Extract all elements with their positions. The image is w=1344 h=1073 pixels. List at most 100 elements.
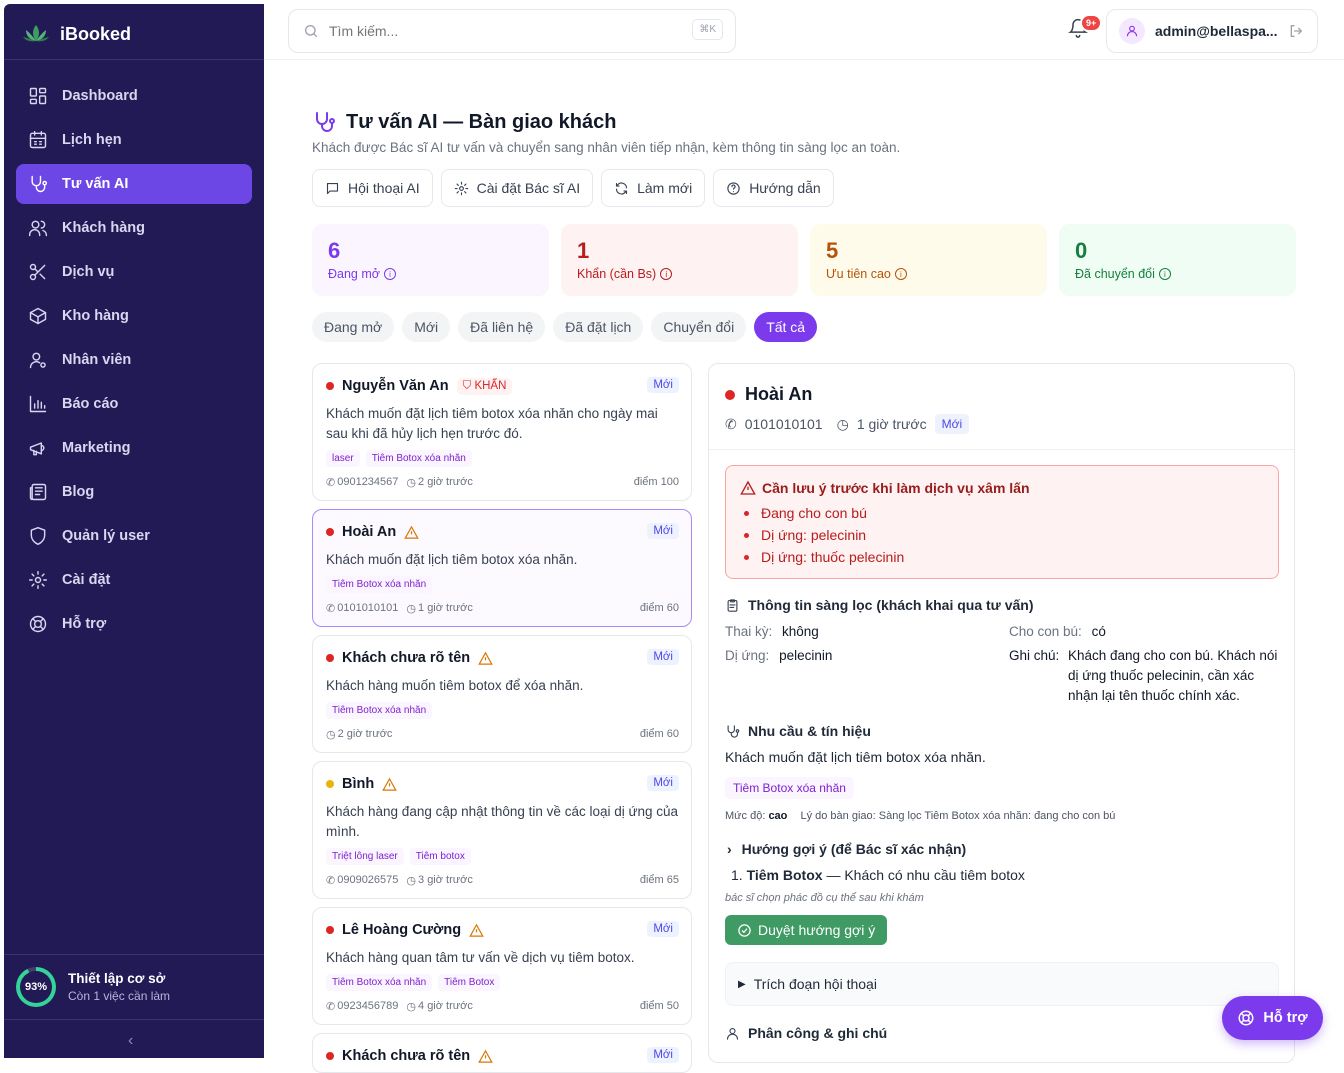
service-tag: Tiêm Botox: [438, 974, 501, 991]
customer-name: Khách chưa rõ tên: [342, 650, 471, 666]
sidebar-item-customers[interactable]: Khách hàng: [16, 208, 252, 248]
ai-conversations-button[interactable]: Hội thoại AI: [312, 169, 433, 207]
list-item[interactable]: Lê Hoàng Cường Mới Khách hàng quan tâm t…: [312, 907, 692, 1025]
search-icon: [305, 25, 317, 37]
sidebar-item-dashboard[interactable]: Dashboard: [16, 76, 252, 116]
guide-button[interactable]: Hướng dẫn: [713, 169, 834, 207]
lead-description: Khách muốn đặt lịch tiêm botox xóa nhăn …: [326, 406, 658, 441]
service-tag: Tiêm Botox xóa nhăn: [365, 450, 472, 467]
filter-all[interactable]: Tất cả: [754, 312, 818, 342]
sidebar: iBooked Dashboard Lịch hẹn Tư vấn AI Khá…: [4, 4, 264, 1058]
setup-percent: 93%: [20, 971, 52, 1003]
list-item-selected[interactable]: Hoài An Mới Khách muốn đặt lịch tiêm bot…: [312, 509, 692, 627]
collapse-sidebar-chevron-icon[interactable]: ‹: [128, 1032, 133, 1050]
clock-icon: ◷: [836, 415, 849, 432]
customer-name: Khách chưa rõ tên: [342, 1048, 471, 1064]
stat-card-high-priority[interactable]: 5 Ưu tiên cao i: [810, 224, 1047, 296]
refresh-icon: [616, 182, 628, 194]
stat-card-converted[interactable]: 0 Đã chuyển đổi i: [1059, 224, 1296, 296]
sidebar-item-services[interactable]: Dịch vụ: [16, 252, 252, 292]
filter-open[interactable]: Đang mở: [312, 312, 395, 342]
logout-icon[interactable]: [1288, 23, 1304, 39]
clock-icon: ◷: [406, 602, 417, 615]
sidebar-item-settings[interactable]: Cài đặt: [16, 560, 252, 600]
suggestion-note: bác sĩ chọn phác đồ cụ thể sau khi khám: [725, 892, 924, 904]
list-item[interactable]: Khách chưa rõ tên Mới Khách hàng muốn ti…: [312, 635, 692, 753]
stat-label: Ưu tiên cao: [826, 267, 891, 281]
sidebar-item-marketing[interactable]: Marketing: [16, 428, 252, 468]
ai-doctor-settings-button[interactable]: Cài đặt Bác sĩ AI: [440, 169, 594, 207]
filter-booked[interactable]: Đã đặt lịch: [553, 312, 644, 342]
sidebar-item-label: Cài đặt: [62, 572, 111, 588]
list-item[interactable]: Khách chưa rõ tên Mới: [312, 1033, 692, 1073]
safety-alert: Cần lưu ý trước khi làm dịch vụ xâm lấn …: [725, 465, 1279, 579]
conversation-excerpt-toggle[interactable]: ▶ Trích đoạn hội thoại: [725, 962, 1279, 1006]
chevron-right-icon: ›: [727, 841, 732, 857]
button-label: Cài đặt Bác sĩ AI: [476, 180, 581, 196]
detail-phone[interactable]: 0101010101: [745, 416, 823, 432]
sidebar-item-label: Tư vấn AI: [62, 176, 129, 192]
priority-level: Mức độ: cao Lý do bàn giao: Sàng lọc Tiê…: [725, 810, 1115, 822]
sidebar-item-staff[interactable]: Nhân viên: [16, 340, 252, 380]
service-tag: Tiêm Botox xóa nhăn: [326, 576, 433, 593]
sidebar-divider: [4, 59, 264, 60]
warning-icon: [469, 923, 484, 937]
check-circle-icon: [738, 923, 751, 937]
sidebar-item-reports[interactable]: Báo cáo: [16, 384, 252, 424]
page-subtitle: Khách được Bác sĩ AI tư vấn và chuyển sa…: [312, 140, 901, 155]
phone-icon: ✆: [326, 1000, 336, 1013]
sidebar-item-blog[interactable]: Blog: [16, 472, 252, 512]
sidebar-item-user-management[interactable]: Quản lý user: [16, 516, 252, 556]
section-title-text: Thông tin sàng lọc (khách khai qua tư vấ…: [748, 597, 1034, 613]
user-menu[interactable]: admin@bellaspa...: [1106, 9, 1318, 53]
stat-card-urgent[interactable]: 1 Khẩn (cần Bs) i: [561, 224, 798, 296]
lead-score: điểm 50: [639, 1000, 679, 1012]
search-box[interactable]: ⌘K: [288, 9, 736, 53]
filter-new[interactable]: Mới: [402, 312, 451, 342]
stat-value: 1: [577, 238, 590, 263]
notifications-button[interactable]: 9+: [1068, 14, 1103, 42]
page-title: Tư vấn AI — Bàn giao khách: [312, 110, 616, 134]
detail-customer-name: Hoài An: [745, 384, 813, 404]
list-item[interactable]: Nguyễn Văn An ⛉ KHẨN Mới Khách muốn đặt …: [312, 363, 692, 501]
info-icon: i: [894, 268, 907, 280]
filter-converted[interactable]: Chuyển đổi: [651, 312, 747, 342]
setup-progress[interactable]: 93% Thiết lập cơ sở Còn 1 việc cần làm: [4, 954, 264, 1020]
approve-suggestion-button[interactable]: Duyệt hướng gợi ý: [725, 915, 888, 945]
alert-item: Dị ứng: thuốc pelecinin: [740, 546, 1264, 568]
status-badge: Mới: [647, 523, 679, 539]
stats-row: 6 Đang mở i 1 Khẩn (cần Bs) i 5 Ưu tiên ca…: [312, 224, 1296, 296]
support-floating-button[interactable]: Hỗ trợ: [1222, 996, 1323, 1040]
urgent-badge: ⛉ KHẨN: [456, 377, 513, 395]
lead-score: điểm 65: [639, 874, 679, 886]
button-label: Duyệt hướng gợi ý: [758, 922, 876, 938]
bar-chart-icon: [29, 395, 47, 413]
refresh-button[interactable]: Làm mới: [601, 169, 706, 207]
level-label: Mức độ:: [725, 810, 766, 822]
setup-title: Thiết lập cơ sở: [68, 971, 166, 986]
sidebar-item-support[interactable]: Hỗ trợ: [16, 604, 252, 644]
phone-icon: ✆: [326, 602, 336, 615]
sidebar-item-appointments[interactable]: Lịch hẹn: [16, 120, 252, 160]
status-badge: Mới: [647, 921, 679, 937]
sidebar-item-inventory[interactable]: Kho hàng: [16, 296, 252, 336]
stat-card-open[interactable]: 6 Đang mở i: [312, 224, 549, 296]
detail-header: Hoài An ✆ 0101010101 ◷ 1 giờ trước Mới: [709, 364, 1294, 450]
suggestion-toggle[interactable]: › Hướng gợi ý (để Bác sĩ xác nhận): [727, 841, 966, 857]
lead-description: Khách hàng quan tâm tư vấn về dịch vụ ti…: [326, 950, 635, 965]
search-input[interactable]: [329, 23, 669, 39]
phone-icon: ✆: [725, 415, 737, 432]
sidebar-item-label: Nhân viên: [62, 352, 132, 368]
excerpt-label: Trích đoạn hội thoại: [753, 976, 877, 992]
warning-icon: [740, 480, 756, 495]
list-item[interactable]: Bình Mới Khách hàng đang cập nhật thông …: [312, 761, 692, 899]
brand[interactable]: iBooked: [22, 22, 131, 46]
time-ago: 2 giờ trước: [337, 728, 393, 740]
stethoscope-icon: [31, 175, 48, 193]
filter-contacted[interactable]: Đã liên hệ: [458, 312, 546, 342]
alert-item: Dị ứng: pelecinin: [740, 524, 1264, 546]
sidebar-item-ai-consult[interactable]: Tư vấn AI: [16, 164, 252, 204]
button-label: Hướng dẫn: [749, 180, 821, 196]
button-label: Làm mới: [637, 180, 693, 196]
lead-score: điểm 100: [633, 476, 679, 488]
